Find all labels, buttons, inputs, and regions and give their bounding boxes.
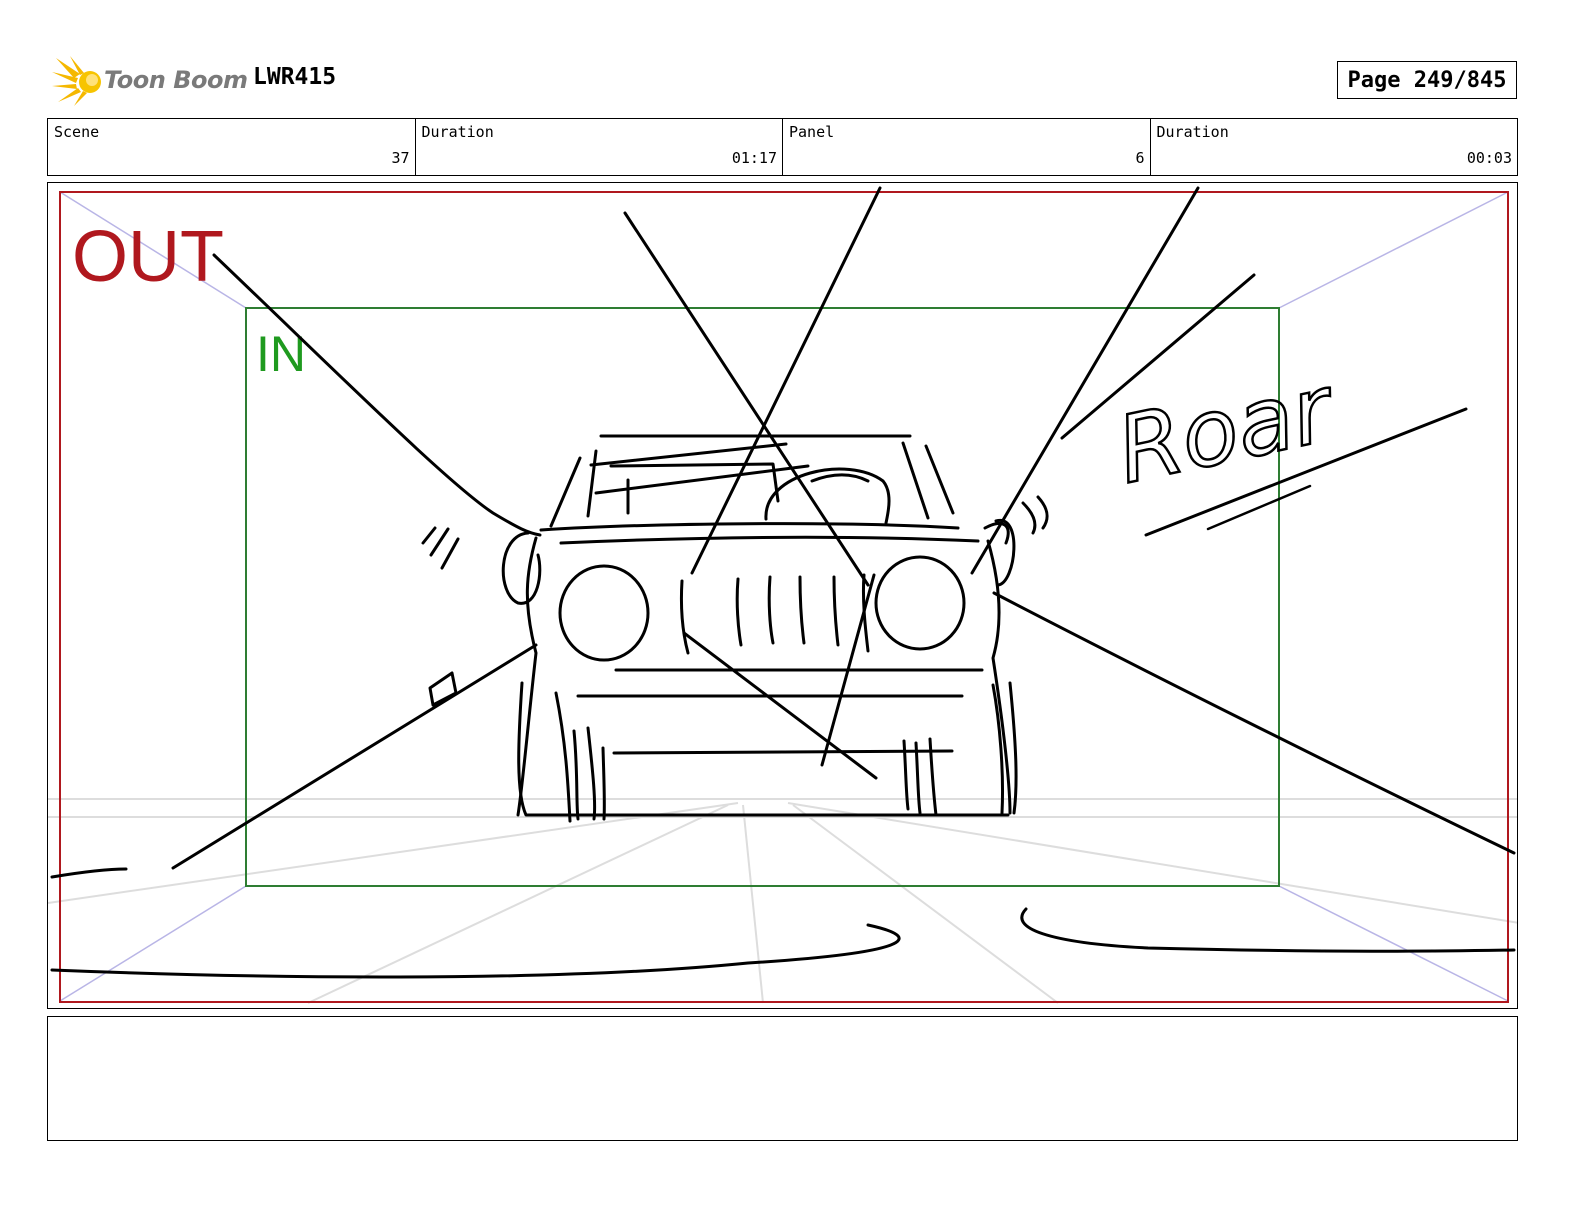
starburst-icon	[52, 56, 101, 106]
speed-lines	[50, 186, 1516, 979]
panel-cell: Panel 6	[783, 119, 1151, 175]
page-indicator: Page 249/845	[1337, 61, 1517, 99]
panel-duration-value: 00:03	[1466, 149, 1512, 167]
panel-value: 6	[1135, 149, 1145, 167]
out-frame	[59, 191, 1509, 1003]
scene-value: 37	[391, 149, 410, 167]
car-sketch	[421, 434, 1049, 823]
scene-info-table: Scene 37 Duration 01:17 Panel 6 Duration…	[47, 118, 1518, 176]
scene-duration-value: 01:17	[731, 149, 777, 167]
perspective-guides	[48, 798, 1517, 1004]
scene-cell: Scene 37	[48, 119, 416, 175]
scene-label: Scene	[54, 123, 100, 141]
panel-notes-box	[47, 1016, 1518, 1141]
panel-sketch: OUT IN Roar	[48, 186, 1517, 1004]
scene-duration-cell: Duration 01:17	[416, 119, 783, 175]
panel-duration-cell: Duration 00:03	[1151, 119, 1518, 175]
roar-text: Roar	[1108, 354, 1345, 504]
panel-duration-label: Duration	[1156, 123, 1229, 141]
frame-diagonals	[59, 191, 1509, 1002]
panel-label: Panel	[789, 123, 835, 141]
project-code: LWR415	[253, 64, 337, 90]
toon-boom-logo: Toon Boom	[52, 56, 248, 106]
out-label: OUT	[72, 217, 224, 297]
storyboard-panel: OUT IN Roar	[47, 182, 1518, 1009]
roar-underline-short	[1206, 484, 1312, 531]
roar-sfx: Roar	[1107, 353, 1468, 537]
scene-duration-label: Duration	[421, 123, 494, 141]
logo-wordmark: Toon Boom	[104, 66, 248, 94]
